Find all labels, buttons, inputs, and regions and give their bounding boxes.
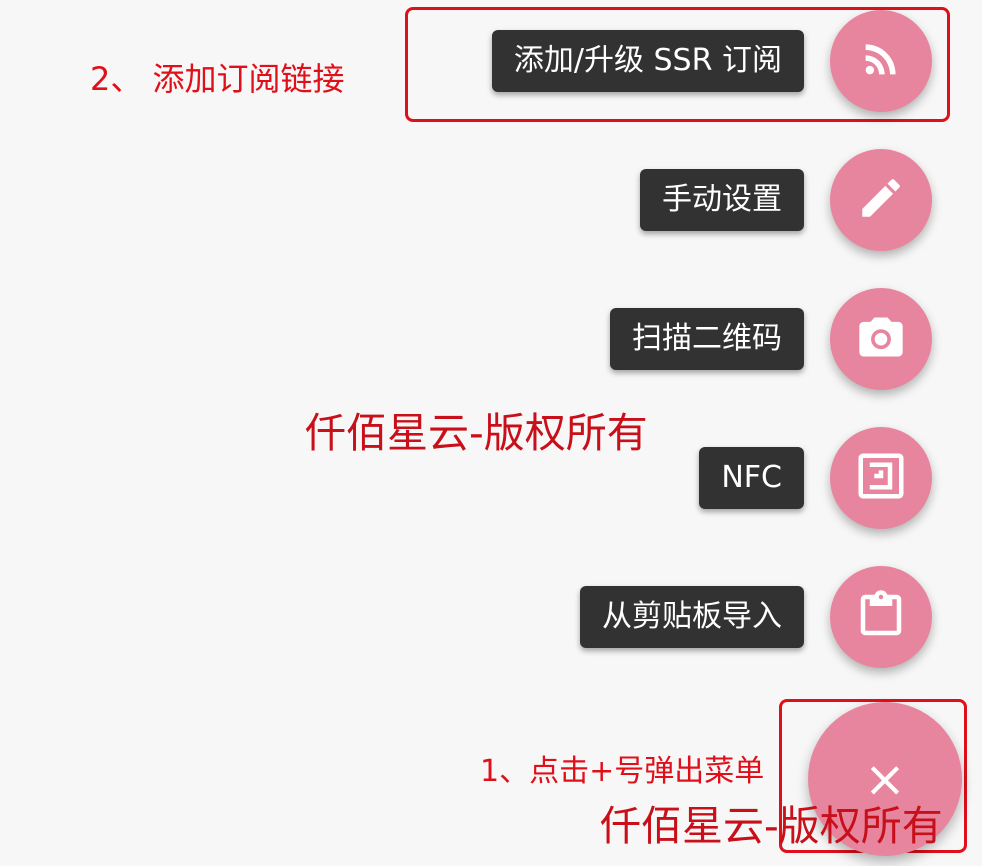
menu-item-label[interactable]: 手动设置 — [640, 169, 804, 231]
menu-item-manual-setup[interactable]: 手动设置 — [640, 148, 932, 252]
menu-item-import-clipboard[interactable]: 从剪贴板导入 — [580, 565, 932, 669]
menu-item-nfc[interactable]: NFC — [699, 426, 932, 530]
menu-item-label[interactable]: 从剪贴板导入 — [580, 586, 804, 648]
watermark-bottom: 仟佰星云-版权所有 — [600, 802, 943, 850]
camera-icon — [855, 311, 907, 367]
menu-item-label[interactable]: 扫描二维码 — [610, 308, 804, 370]
import-clipboard-button[interactable] — [830, 566, 932, 668]
manual-setup-button[interactable] — [830, 149, 932, 251]
menu-item-label[interactable]: NFC — [699, 447, 804, 509]
nfc-icon — [854, 449, 908, 507]
annotation-step2: 2、 添加订阅链接 — [90, 60, 345, 98]
menu-item-scan-qr[interactable]: 扫描二维码 — [610, 287, 932, 391]
pencil-icon — [856, 173, 906, 227]
rss-icon — [858, 36, 904, 86]
menu-item-label[interactable]: 添加/升级 SSR 订阅 — [491, 30, 804, 92]
watermark-center: 仟佰星云-版权所有 — [305, 409, 648, 457]
menu-item-add-ssr-subscription[interactable]: 添加/升级 SSR 订阅 — [491, 9, 932, 113]
annotation-step1: 1、点击+号弹出菜单 — [480, 754, 765, 789]
add-subscription-button[interactable] — [830, 10, 932, 112]
scan-qr-button[interactable] — [830, 288, 932, 390]
nfc-button[interactable] — [830, 427, 932, 529]
close-icon: × — [864, 750, 906, 808]
clipboard-icon — [854, 588, 908, 646]
